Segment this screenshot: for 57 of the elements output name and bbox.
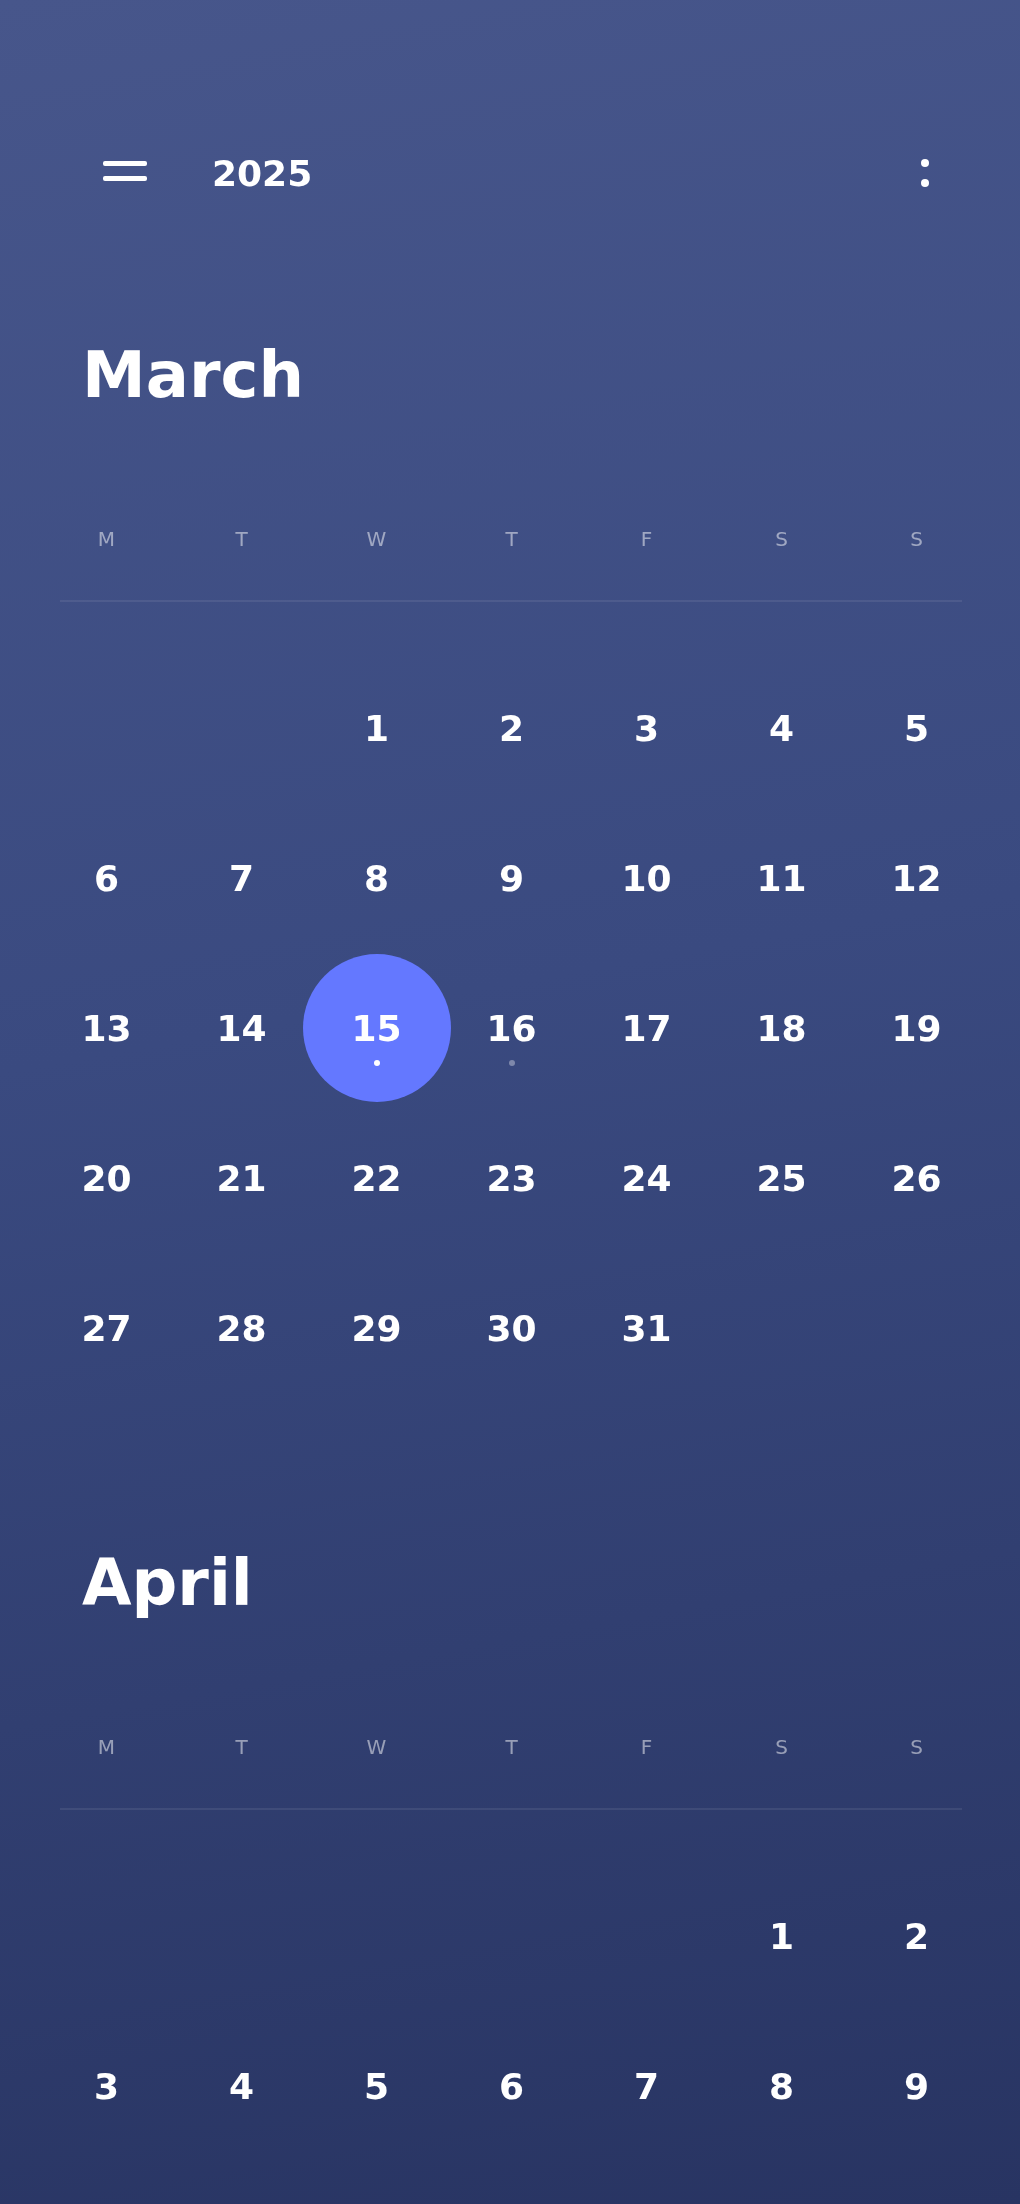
day-number[interactable]: 21 <box>216 1157 267 1199</box>
day-number[interactable]: 25 <box>756 1157 807 1199</box>
day-number[interactable]: 7 <box>633 2065 660 2107</box>
day-number[interactable]: 8 <box>363 857 390 899</box>
weekday-label: S <box>775 527 788 551</box>
day-number[interactable]: 12 <box>891 857 942 899</box>
selected-day[interactable]: 15 <box>302 954 451 1102</box>
weekday-label: T <box>505 527 518 551</box>
day-number[interactable]: 29 <box>351 1307 402 1349</box>
day-number[interactable]: 18 <box>756 1007 807 1049</box>
weekday-label: T <box>235 527 248 551</box>
day-number[interactable]: 4 <box>768 707 795 749</box>
day-number[interactable]: 23 <box>486 1157 537 1199</box>
day-number[interactable]: 1 <box>363 707 390 749</box>
day-number[interactable]: 28 <box>216 1307 267 1349</box>
day-number[interactable]: 9 <box>903 2065 930 2107</box>
day-number[interactable]: 26 <box>891 1157 942 1199</box>
day-number[interactable]: 9 <box>498 857 525 899</box>
weekday-label: W <box>366 1735 387 1759</box>
weekday-label: T <box>235 1735 248 1759</box>
month-title: March <box>82 337 304 414</box>
day-number[interactable]: 6 <box>93 857 120 899</box>
day-number[interactable]: 8 <box>768 2065 795 2107</box>
day-number[interactable]: 20 <box>81 1157 132 1199</box>
day-number[interactable]: 16 <box>486 1007 537 1049</box>
day-number[interactable]: 2 <box>903 1915 930 1957</box>
day-number[interactable]: 1 <box>768 1915 795 1957</box>
day-number[interactable]: 5 <box>903 707 930 749</box>
weekday-label: S <box>910 1735 923 1759</box>
day-number[interactable]: 31 <box>621 1307 672 1349</box>
weekday-label: F <box>640 527 653 551</box>
day-number[interactable]: 3 <box>93 2065 120 2107</box>
day-number[interactable]: 5 <box>363 2065 390 2107</box>
day-number[interactable]: 14 <box>216 1007 267 1049</box>
day-number[interactable]: 6 <box>498 2065 525 2107</box>
day-number[interactable]: 11 <box>756 857 807 899</box>
day-number[interactable]: 3 <box>633 707 660 749</box>
weekday-label: M <box>97 1735 116 1759</box>
weekday-label: W <box>366 527 387 551</box>
day-number[interactable]: 17 <box>621 1007 672 1049</box>
day-number[interactable]: 7 <box>228 857 255 899</box>
day-number[interactable]: 19 <box>891 1007 942 1049</box>
weekday-label: F <box>640 1735 653 1759</box>
day-number[interactable]: 4 <box>228 2065 255 2107</box>
weekday-label: T <box>505 1735 518 1759</box>
day-number[interactable]: 22 <box>351 1157 402 1199</box>
month-title: April <box>82 1545 253 1622</box>
day-number[interactable]: 30 <box>486 1307 537 1349</box>
weekday-label: S <box>775 1735 788 1759</box>
weekday-label: S <box>910 527 923 551</box>
day-number[interactable]: 24 <box>621 1157 672 1199</box>
day-number[interactable]: 2 <box>498 707 525 749</box>
day-number[interactable]: 10 <box>621 857 672 899</box>
day-number[interactable]: 27 <box>81 1307 132 1349</box>
day-number[interactable]: 13 <box>81 1007 132 1049</box>
weekday-label: M <box>97 527 116 551</box>
year-label: 2025 <box>212 152 314 194</box>
